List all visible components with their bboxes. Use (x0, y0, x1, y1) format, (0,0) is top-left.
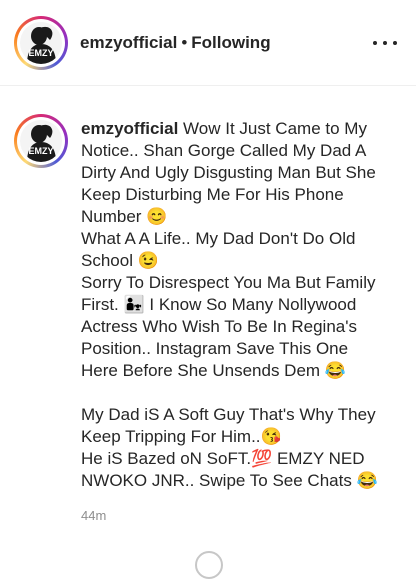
post-header: EMZY emzyofficial • Following (0, 0, 416, 86)
header-username[interactable]: emzyofficial (80, 33, 177, 52)
caption-line: School 😉 (81, 251, 159, 270)
avatar-frame: EMZY (17, 117, 65, 165)
caption-username[interactable]: emzyofficial (81, 119, 178, 138)
caption-line: Sorry To Disrespect You Ma But Family (81, 273, 376, 292)
caption-line: My Dad iS A Soft Guy That's Why They (81, 405, 376, 424)
caption-line: Notice.. Shan Gorge Called My Dad A (81, 141, 367, 160)
caption-line: Dirty And Ugly Disgusting Man But She (81, 163, 376, 182)
following-button[interactable]: Following (191, 33, 270, 52)
caption-line: Wow It Just Came to My (183, 119, 367, 138)
avatar-silhouette-icon: EMZY (27, 124, 56, 162)
comment-avatar-partial (195, 551, 223, 579)
caption-line: First. 👨‍👧 I Know So Many Nollywood (81, 295, 357, 314)
avatar-frame: EMZY (17, 19, 65, 67)
avatar-image: EMZY (20, 120, 62, 162)
more-options-icon[interactable] (372, 32, 398, 54)
caption-line: Position.. Instagram Save This One (81, 339, 349, 358)
post-timestamp[interactable]: 44m (81, 508, 106, 523)
caption-line: Actress Who Wish To Be In Regina's (81, 317, 357, 336)
svg-text:EMZY: EMZY (28, 146, 53, 156)
header-avatar[interactable]: EMZY (14, 16, 68, 70)
svg-text:EMZY: EMZY (28, 48, 53, 58)
caption-line: Here Before She Unsends Dem 😂 (81, 361, 346, 380)
caption-line: He iS Bazed oN SoFT.💯 EMZY NED (81, 449, 365, 468)
caption-avatar[interactable]: EMZY (14, 114, 68, 168)
caption-line: Number 😊 (81, 207, 168, 226)
post-caption: emzyofficial Wow It Just Came to My Noti… (81, 118, 406, 492)
header-user-line: emzyofficial • Following (80, 33, 271, 53)
caption-line: What A A Life.. My Dad Don't Do Old (81, 229, 356, 248)
avatar-image: EMZY (20, 22, 62, 64)
caption-line: NWOKO JNR.. Swipe To See Chats 😂 (81, 471, 378, 490)
caption-line: Keep Disturbing Me For His Phone (81, 185, 344, 204)
avatar-silhouette-icon: EMZY (27, 26, 56, 64)
header-separator: • (181, 33, 188, 52)
caption-line: Keep Tripping For Him..😘 (81, 427, 282, 446)
